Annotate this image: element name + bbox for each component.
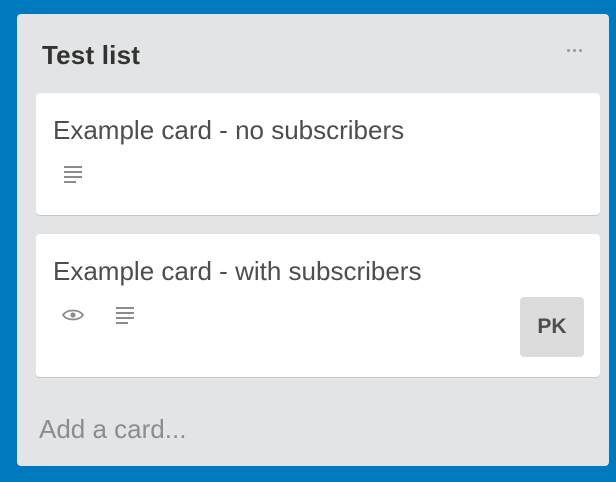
add-card-button[interactable]: Add a card... bbox=[39, 414, 186, 445]
ellipsis-icon bbox=[566, 48, 570, 52]
list-title[interactable]: Test list bbox=[42, 40, 140, 71]
description-icon bbox=[62, 163, 84, 185]
eye-icon bbox=[62, 304, 84, 326]
list-header: Test list bbox=[17, 14, 609, 90]
card[interactable]: Example card - no subscribers bbox=[36, 93, 600, 215]
list-menu-button[interactable] bbox=[559, 38, 589, 62]
card[interactable]: Example card - with subscribers PK bbox=[36, 234, 600, 377]
member-avatar[interactable]: PK bbox=[520, 297, 584, 357]
ellipsis-icon bbox=[578, 48, 582, 52]
list: Test list Example card - no subscribers … bbox=[17, 14, 609, 466]
description-icon bbox=[114, 304, 136, 326]
card-badges bbox=[62, 304, 136, 326]
ellipsis-icon bbox=[572, 48, 576, 52]
card-title: Example card - no subscribers bbox=[53, 115, 405, 145]
card-title: Example card - with subscribers bbox=[53, 256, 422, 286]
card-badges bbox=[62, 163, 84, 185]
